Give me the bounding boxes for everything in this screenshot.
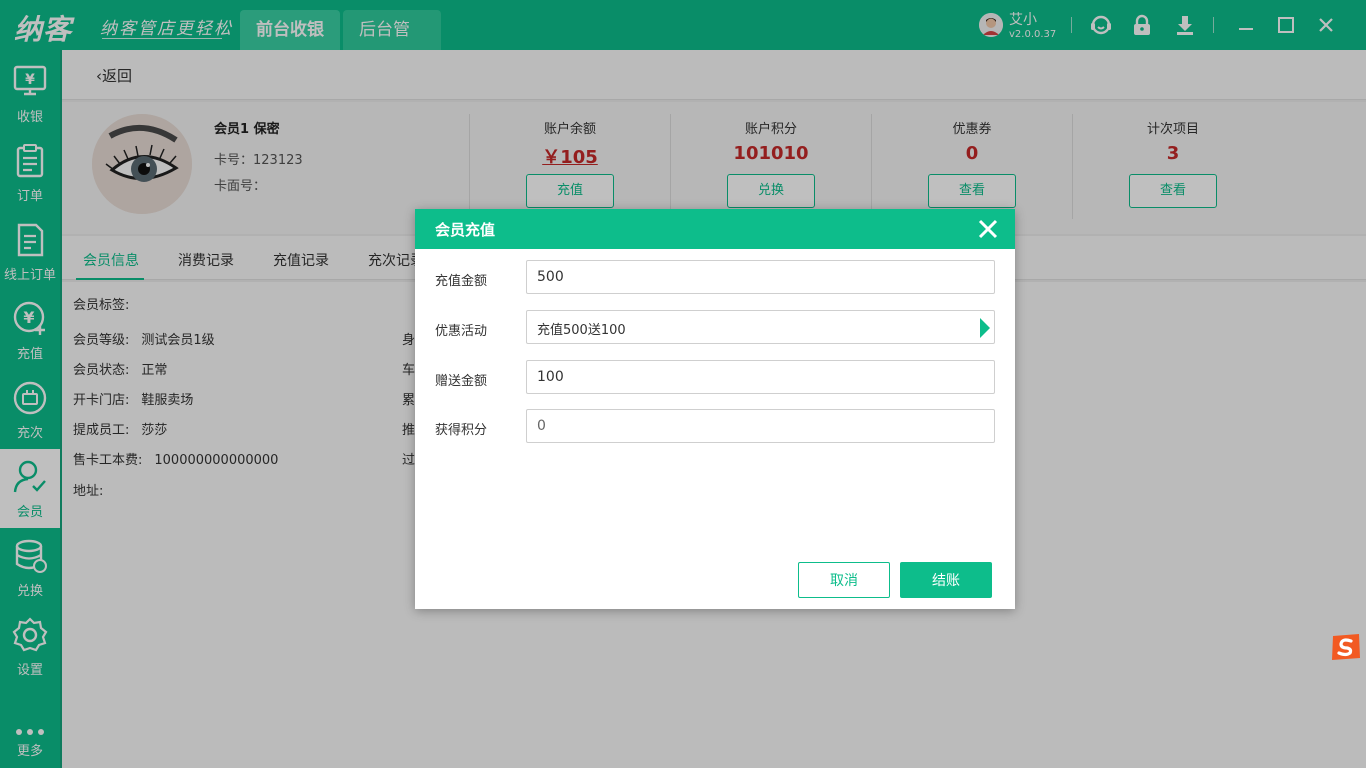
dialog-close-icon[interactable] bbox=[977, 218, 999, 240]
bonus-input[interactable] bbox=[526, 360, 995, 394]
amount-input[interactable] bbox=[526, 260, 995, 294]
dialog-header: 会员充值 bbox=[415, 209, 1015, 249]
promotion-label: 优惠活动 bbox=[435, 324, 488, 339]
recharge-dialog: 会员充值 充值金额 优惠活动 充值500送100 赠送金额 获得积分 取消 结账 bbox=[415, 209, 1015, 609]
promotion-select[interactable]: 充值500送100 bbox=[526, 310, 995, 344]
checkout-button[interactable]: 结账 bbox=[900, 562, 992, 598]
cancel-button[interactable]: 取消 bbox=[798, 562, 890, 598]
points-label: 获得积分 bbox=[435, 423, 488, 438]
promotion-value: 充值500送100 bbox=[537, 323, 626, 338]
caret-right-icon[interactable] bbox=[980, 318, 990, 338]
bonus-label: 赠送金额 bbox=[435, 374, 488, 389]
amount-label: 充值金额 bbox=[435, 274, 488, 289]
points-input[interactable] bbox=[526, 409, 995, 443]
ime-indicator-icon[interactable] bbox=[1330, 632, 1362, 662]
dialog-title: 会员充值 bbox=[435, 221, 496, 239]
